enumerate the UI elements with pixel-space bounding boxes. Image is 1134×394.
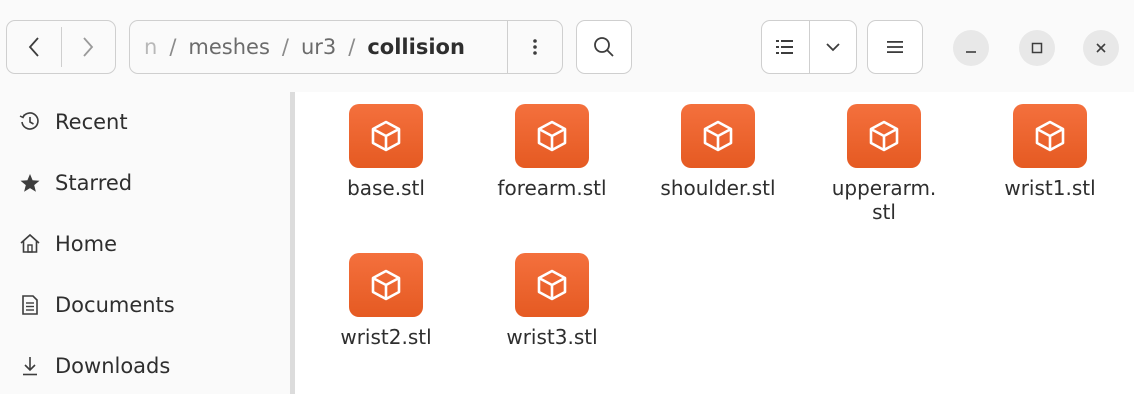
breadcrumb-ancestor[interactable]: n: [130, 35, 157, 59]
close-icon: [1096, 43, 1106, 53]
file-name: base.stl: [347, 176, 425, 200]
maximize-button[interactable]: [1019, 30, 1055, 66]
sidebar-item-label: Home: [55, 232, 118, 256]
header-bar: n / meshes / ur3 / collision: [0, 0, 1134, 92]
document-icon: [17, 294, 43, 316]
sidebar-item-recent[interactable]: Recent: [0, 98, 288, 146]
chevron-right-icon: [83, 37, 94, 57]
file-item[interactable]: wrist2.stl: [306, 253, 466, 349]
path-bar: n / meshes / ur3 / collision: [129, 20, 563, 74]
file-name: wrist2.stl: [340, 325, 432, 349]
close-button[interactable]: [1083, 30, 1119, 66]
3d-model-icon: [681, 104, 755, 168]
forward-button[interactable]: [62, 21, 116, 73]
file-name: upperarm. stl: [831, 176, 937, 224]
file-item[interactable]: wrist3.stl: [472, 253, 632, 349]
main-menu-button[interactable]: [867, 20, 923, 74]
sidebar-item-label: Documents: [55, 293, 175, 317]
file-item[interactable]: shoulder.stl: [638, 104, 798, 200]
3d-model-icon: [349, 253, 423, 317]
sidebar-item-label: Downloads: [55, 354, 171, 378]
sidebar-item-label: Starred: [55, 171, 133, 195]
star-icon: [17, 172, 43, 194]
3d-model-icon: [349, 104, 423, 168]
breadcrumb-current-folder[interactable]: collision: [367, 35, 465, 59]
sidebar: Recent Starred Home Documents Downloads: [0, 92, 294, 394]
file-item[interactable]: wrist1.stl: [970, 104, 1130, 200]
list-view-icon: [776, 40, 794, 54]
3d-model-icon: [515, 104, 589, 168]
breadcrumb-ur3[interactable]: ur3: [301, 35, 336, 59]
file-name: wrist3.stl: [506, 325, 598, 349]
sidebar-item-starred[interactable]: Starred: [0, 159, 288, 207]
navigation-buttons: [6, 20, 116, 74]
home-icon: [17, 233, 43, 255]
search-button[interactable]: [576, 20, 632, 74]
list-view-button[interactable]: [762, 21, 809, 73]
file-name: wrist1.stl: [1004, 176, 1096, 200]
download-icon: [17, 355, 43, 377]
file-item[interactable]: upperarm. stl: [804, 104, 964, 224]
view-toggle-group: [761, 20, 857, 74]
view-options-button[interactable]: [810, 21, 857, 73]
sidebar-item-home[interactable]: Home: [0, 220, 288, 268]
3d-model-icon: [515, 253, 589, 317]
hamburger-icon: [887, 41, 903, 53]
breadcrumb-separator: /: [348, 35, 356, 59]
minimize-button[interactable]: [953, 30, 989, 66]
breadcrumb-separator: /: [281, 35, 289, 59]
breadcrumb-meshes[interactable]: meshes: [188, 35, 270, 59]
search-icon: [594, 37, 614, 57]
vertical-ellipsis-icon: [533, 39, 537, 55]
sidebar-item-label: Recent: [55, 110, 128, 134]
file-item[interactable]: forearm.stl: [472, 104, 632, 200]
maximize-icon: [1031, 42, 1043, 54]
file-name: forearm.stl: [497, 176, 607, 200]
chevron-down-icon: [826, 43, 840, 52]
file-manager-window: n / meshes / ur3 / collision Recent Star…: [0, 0, 1134, 394]
breadcrumb-separator: /: [169, 35, 177, 59]
chevron-left-icon: [28, 37, 39, 57]
file-name: shoulder.stl: [660, 176, 776, 200]
minimize-icon: [966, 51, 976, 53]
file-grid: base.stl forearm.stl shoulder.stl uppera…: [295, 92, 1134, 394]
sidebar-item-documents[interactable]: Documents: [0, 281, 288, 329]
3d-model-icon: [1013, 104, 1087, 168]
3d-model-icon: [847, 104, 921, 168]
file-item[interactable]: base.stl: [306, 104, 466, 200]
clock-icon: [17, 111, 43, 133]
back-button[interactable]: [7, 21, 61, 73]
sidebar-item-downloads[interactable]: Downloads: [0, 342, 288, 390]
path-menu-button[interactable]: [507, 21, 562, 73]
